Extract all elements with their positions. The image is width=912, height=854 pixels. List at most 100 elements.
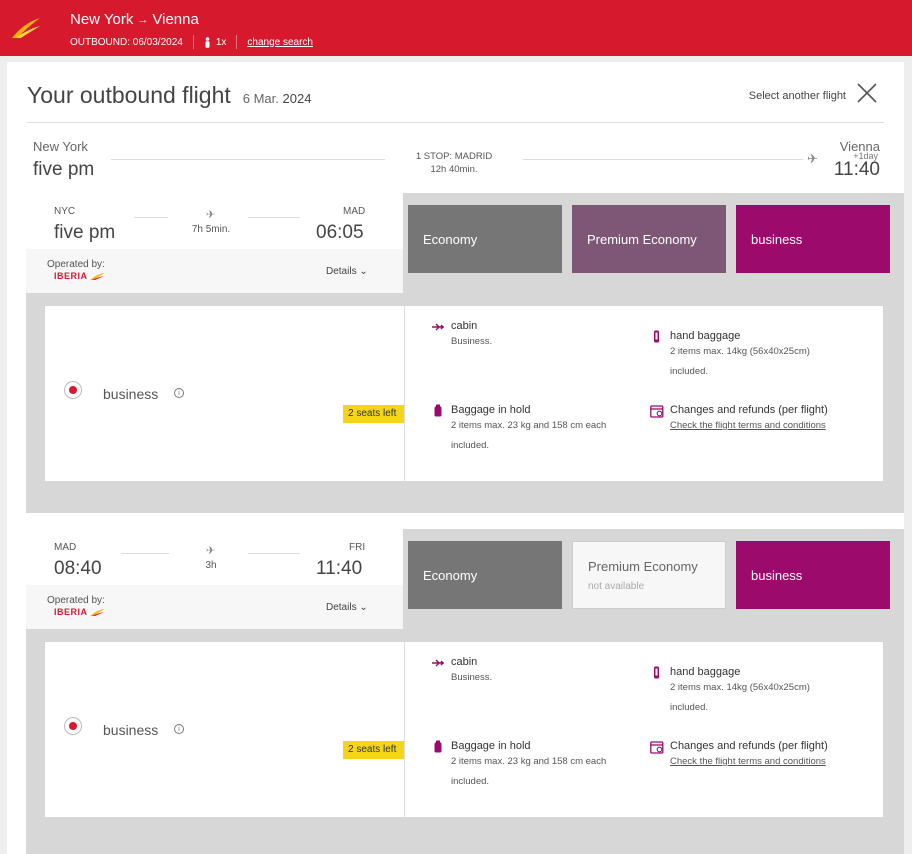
info-icon[interactable]: i [174,724,184,734]
iberia-logo: IBERIA [54,271,104,281]
divider [27,122,884,123]
top-header: New York → Vienna OUTBOUND: 06/03/2024 1… [0,0,912,56]
fare-business[interactable]: business [736,541,890,609]
class-radio-selected[interactable] [64,381,82,399]
hand-baggage-icon [654,330,659,343]
feature-desc: 2 items max. 14kg (56x40x25cm) [670,682,810,693]
feature-title: hand baggage [670,330,741,342]
fare-premium-label: Premium Economy [588,558,698,574]
flight-segment: MAD 08:40 ✈ 3h FRI 11:40 Operated by: IB… [7,529,904,854]
plane-icon: ✈ [807,151,818,166]
class-selection: business i 2 seats left [45,306,405,481]
route-line [248,217,300,218]
arrival-time: 11:40 [316,558,363,579]
passenger-count: 1x [204,36,227,48]
stop-info: 1 STOP: MADRID [415,151,493,162]
class-radio-selected[interactable] [64,717,82,735]
chevron-down-icon: ⌄ [359,266,368,277]
operator-bar: Operated by: IBERIA Details ⌄ [26,585,403,629]
select-another-flight-link[interactable]: Select another flight [749,90,846,102]
route-line [134,217,168,218]
fare-economy[interactable]: Economy [408,541,562,609]
person-icon [205,36,210,48]
details-toggle[interactable]: Details ⌄ [326,266,368,277]
not-available-note: not available [588,580,645,592]
feature-desc: 2 items max. 14kg (56x40x25cm) [670,346,810,357]
fare-economy-label: Economy [423,231,478,247]
operated-by-label: Operated by: [47,595,105,606]
feature-cabin: cabin Business. [432,656,493,688]
feature-desc: Business. [451,672,493,683]
feature-desc: included. [451,440,490,451]
details-label: Details [326,602,357,613]
selected-fare-caret [808,622,822,629]
airline-name: IBERIA [54,271,88,281]
plane-icon: ✈ [206,545,216,557]
feature-title: Baggage in hold [451,740,531,752]
search-summary: OUTBOUND: 06/03/2024 1x change search [70,35,313,49]
flight-segment: NYC five pm ✈ 7h 5min. MAD 06:05 Operate… [7,193,904,513]
feature-changes-refunds: Changes and refunds (per flight) Check t… [650,740,828,772]
fare-economy[interactable]: Economy [408,205,562,273]
summary-departure-time: five pm [33,159,95,180]
route-line [248,553,300,554]
class-label: business [103,722,159,738]
fare-details-panel: business i 2 seats left cabin Business. … [45,642,883,817]
departure-code: NYC [54,206,76,217]
change-search-link[interactable]: change search [247,37,313,48]
operator-bar: Operated by: IBERIA Details ⌄ [26,249,403,293]
iberia-logo: IBERIA [54,607,104,617]
airline-name: IBERIA [54,607,88,617]
total-duration: 12h 40min. [430,164,478,175]
iberia-wing-icon [89,272,104,280]
arrival-code: MAD [343,206,366,217]
passenger-count-label: 1x [215,36,227,48]
divider [404,306,405,481]
summary-origin: New York [33,139,88,154]
summary-stops: 1 STOP: MADRID 12h 40min. [395,150,513,176]
flight-date-day: 6 Mar. [242,91,279,106]
chevron-down-icon: ⌄ [359,602,368,613]
divider [192,35,194,49]
iberia-logo-icon[interactable] [10,14,42,40]
feature-title: cabin [451,320,478,332]
feature-hand-baggage: hand baggage 2 items max. 14kg (56x40x25… [654,666,810,718]
fare-business[interactable]: business [736,205,890,273]
seats-left-badge: 2 seats left [343,741,405,759]
terms-link[interactable]: Check the flight terms and conditions [670,416,828,436]
route-line [523,159,803,160]
feature-title: Baggage in hold [451,404,531,416]
fare-premium-economy[interactable]: Premium Economy [572,205,726,273]
flight-date-year: 2024 [282,91,312,106]
suitcase-icon [434,740,442,753]
fare-premium-label: Premium Economy [587,231,697,247]
fare-economy-label: Economy [423,567,478,583]
class-label: business [103,386,159,402]
close-icon[interactable] [856,82,878,104]
divider [236,35,238,49]
calendar-refund-icon [650,405,664,418]
feature-title: cabin [451,656,478,668]
outbound-flight-card: Your outbound flight 6 Mar. 2024 Select … [7,62,904,854]
info-icon[interactable]: i [174,388,184,398]
origin-city: New York [70,11,134,28]
class-selection: business i 2 seats left [45,642,405,817]
fare-details-panel: business i 2 seats left cabin Business. … [45,306,883,481]
fare-business-label: business [751,567,803,583]
hand-baggage-icon [654,666,659,679]
terms-link[interactable]: Check the flight terms and conditions [670,752,828,772]
arrival-time: 06:05 [316,222,364,243]
segment-info: NYC five pm ✈ 7h 5min. MAD 06:05 Operate… [26,193,403,293]
arrow-right-icon: → [137,13,149,26]
feature-hold-baggage: Baggage in hold 2 items max. 23 kg and 1… [434,740,606,792]
feature-changes-refunds: Changes and refunds (per flight) Check t… [650,404,828,436]
summary-arrival-time: 11:40 [833,159,880,180]
feature-desc: included. [670,366,709,377]
plane-icon: ✈ [206,209,216,221]
calendar-refund-icon [650,741,664,754]
details-toggle[interactable]: Details ⌄ [326,602,368,613]
feature-desc: Business. [451,336,493,347]
route-line [121,553,169,554]
segment-duration: 7h 5min. [191,224,231,235]
fare-business-label: business [751,231,803,247]
